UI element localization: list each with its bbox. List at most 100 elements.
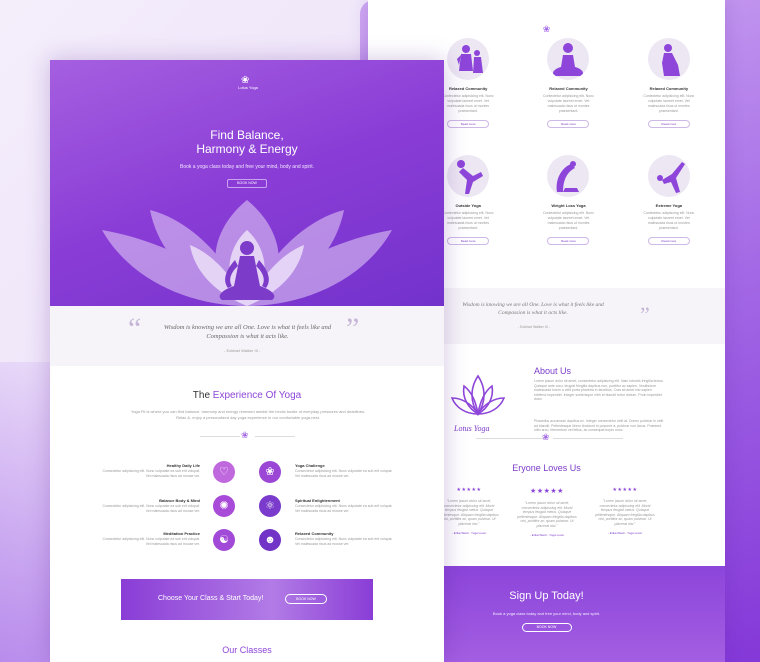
class-card-title: Relaxed Community [549,86,588,91]
cta-banner-text: Choose Your Class & Start Today! [158,595,264,602]
feature-title: Healthy Daily Life [166,463,200,468]
rating-stars: ★★★★★ [612,487,638,493]
class-card-text: Contectetur adipisicing elit. Nunc vulpu… [643,211,695,230]
experience-title-highlight: Experience Of Yoga [212,390,302,401]
dancer-pose-icon [447,155,490,197]
feature-item: Yoga Challenge Consectetur adipisicing e… [295,463,395,478]
divider-line [476,438,546,439]
class-card-title: Extreme Yoga [655,203,682,208]
heart-icon: ♡ [213,461,235,483]
hero-title: Find Balance, Harmony & Energy [50,128,444,156]
meditation-icon: ☯ [213,529,235,551]
feature-text: Consectetur adipisicing elit. Nunc vulpu… [102,504,200,513]
quote-section: “ ” Wisdom is knowing we are all One. Lo… [50,306,444,366]
testimonial-card: ★★★★★ "Lorem ipsum dolor sit amet, conse… [516,487,578,537]
read-more-button[interactable]: Read more [547,237,590,245]
brain-icon: ✺ [213,495,235,517]
balance-pose-icon [647,155,690,197]
backbend-pose-icon [547,155,590,197]
hero-title-line-2: Harmony & Energy [196,142,298,156]
cta-banner: Choose Your Class & Start Today! BOOK NO… [121,579,373,620]
lotus-logo-icon [450,374,506,416]
class-card: Weight Loss Yoga Contectetur adipisicing … [518,155,618,268]
community-icon: ☻ [259,529,281,551]
classes-title-prefix: Our [222,645,240,655]
read-more-button[interactable]: Read more [547,120,590,128]
testimonial-text: "Lorem ipsum dolor sit amet, consectetur… [439,499,499,526]
testimonial-card: ★★★★★ "Lorem ipsum dolor sit amet, conse… [438,487,500,535]
about-logo-text: Lotus Yoga [454,424,490,433]
read-more-button[interactable]: Read more [447,237,490,245]
about-paragraph-1: Lorem ipsum dolor sit amet, consectetur … [534,379,664,401]
testimonial-author: - Erika Ward - Yoga Lover [529,533,565,537]
class-card-text: Contectetur adipisicing elit. Nunc vulpu… [643,94,695,113]
hero-section: ❀ Lotus Yoga Find Balance, Harmony & Ener… [50,60,444,306]
rating-stars: ★★★★★ [456,487,482,493]
feature-text: Consectetur adipisicing elit. Nunc vulpu… [295,469,393,478]
class-card-title: Relaxed Community [649,86,689,91]
about-title: About Us [534,366,572,376]
feature-text: Consectetur adipisicing elit. Nunc vulpu… [102,469,200,478]
open-quote-icon: “ [128,312,142,345]
cta-book-button[interactable]: BOOK NOW [285,594,327,604]
feature-title: Relaxed Community [295,531,334,536]
lotus-meditation-illustration [102,200,392,306]
quote-author: - Eckhart Walker III - [518,325,550,329]
feature-text: Consectetur adipisicing elit. Nunc vulpu… [295,504,393,513]
read-more-button[interactable]: Read more [647,237,690,245]
close-quote-icon: ” [640,302,650,327]
class-card-text: Contectetur adipisicing elit. Nunc vulpu… [442,94,494,113]
testimonial-author: - Erika Ward - Yoga Lover [607,531,643,535]
classes-title-highlight: Classes [239,645,272,655]
about-paragraph-2: Phasellus accumsan dapibus ex. Integer c… [534,419,664,432]
class-card: Extreme Yoga Contectetur adipisicing elit… [619,155,719,268]
testimonial-card: ★★★★★ "Lorem ipsum dolor sit amet, conse… [594,487,656,535]
quote-text: Wisdom is knowing we are all One. Love i… [163,324,332,340]
lotus-divider-icon: ❀ [542,24,551,34]
lotus-pose-icon [547,38,590,80]
divider-line [553,438,623,439]
testimonial-text: "Lorem ipsum dolor sit amet, consectetur… [595,499,655,526]
front-page-mockup: ❀ Lotus Yoga Find Balance, Harmony & Ener… [50,60,444,662]
hero-title-line-1: Find Balance, [210,128,284,142]
experience-intro: Yoga Fit is where you can find balance, … [130,409,366,420]
feature-text: Consectetur adipisicing elit. Nunc vulpu… [102,537,200,546]
quote-author: - Eckhart Walker III - [224,348,261,353]
feature-title: Meditation Practice [163,531,200,536]
atom-icon: ⚛ [259,495,281,517]
class-card-text: Contectetur adipisicing elit. Nunc vulpu… [542,94,594,113]
classes-title: Our Classes [50,645,444,655]
hero-book-button[interactable]: BOOK NOW [227,179,267,188]
feature-title: Balance Body & Mind [159,498,200,503]
signup-book-button[interactable]: BOOK NOW [521,623,572,632]
feature-title: Spiritual Enlightenment [295,498,340,503]
quote-text: Wisdom is knowing we are all One. Love i… [462,302,604,316]
class-card-text: Contectetur adipisicing elit. Nunc vulpu… [542,211,594,230]
rating-stars: ★★★★★ [530,488,564,495]
divider-line [200,436,240,437]
divider-line [255,436,295,437]
hero-subtitle: Book a yoga class today and free your mi… [180,164,314,170]
close-quote-icon: ” [346,312,360,345]
class-card: Relaxed Community Contectetur adipisicing… [518,38,618,151]
feature-item: Healthy Daily Life Consectetur adipisici… [100,463,200,478]
feature-item: Meditation Practice Consectetur adipisic… [100,531,200,546]
read-more-button[interactable]: Read more [447,120,490,128]
feature-item: Relaxed Community Consectetur adipisicin… [295,531,395,546]
kneeling-pose-icon [647,38,690,80]
class-card: Relaxed Community Contectetur adipisicing… [619,38,719,151]
class-card-title: Weight Loss Yoga [551,203,586,208]
lotus-divider-icon: ❀ [542,432,550,442]
class-card-text: Contectetur adipisicing elit. Nunc vulpu… [442,211,494,230]
lotus-icon: ❀ [259,461,281,483]
read-more-button[interactable]: Read more [647,120,690,128]
testimonial-text: "Lorem ipsum dolor sit amet, consectetur… [517,501,577,528]
feature-item: Balance Body & Mind Consectetur adipisic… [100,498,200,513]
lotus-divider-icon: ❀ [241,430,249,440]
experience-title: The Experience Of Yoga [50,390,444,401]
feature-title: Yoga Challenge [295,463,325,468]
group-yoga-icon [447,38,490,80]
experience-title-prefix: The [192,390,213,401]
testimonial-author: - Erika Ward - Yoga Lover [451,531,487,535]
feature-text: Consectetur adipisicing elit. Nunc vulpu… [295,537,393,546]
